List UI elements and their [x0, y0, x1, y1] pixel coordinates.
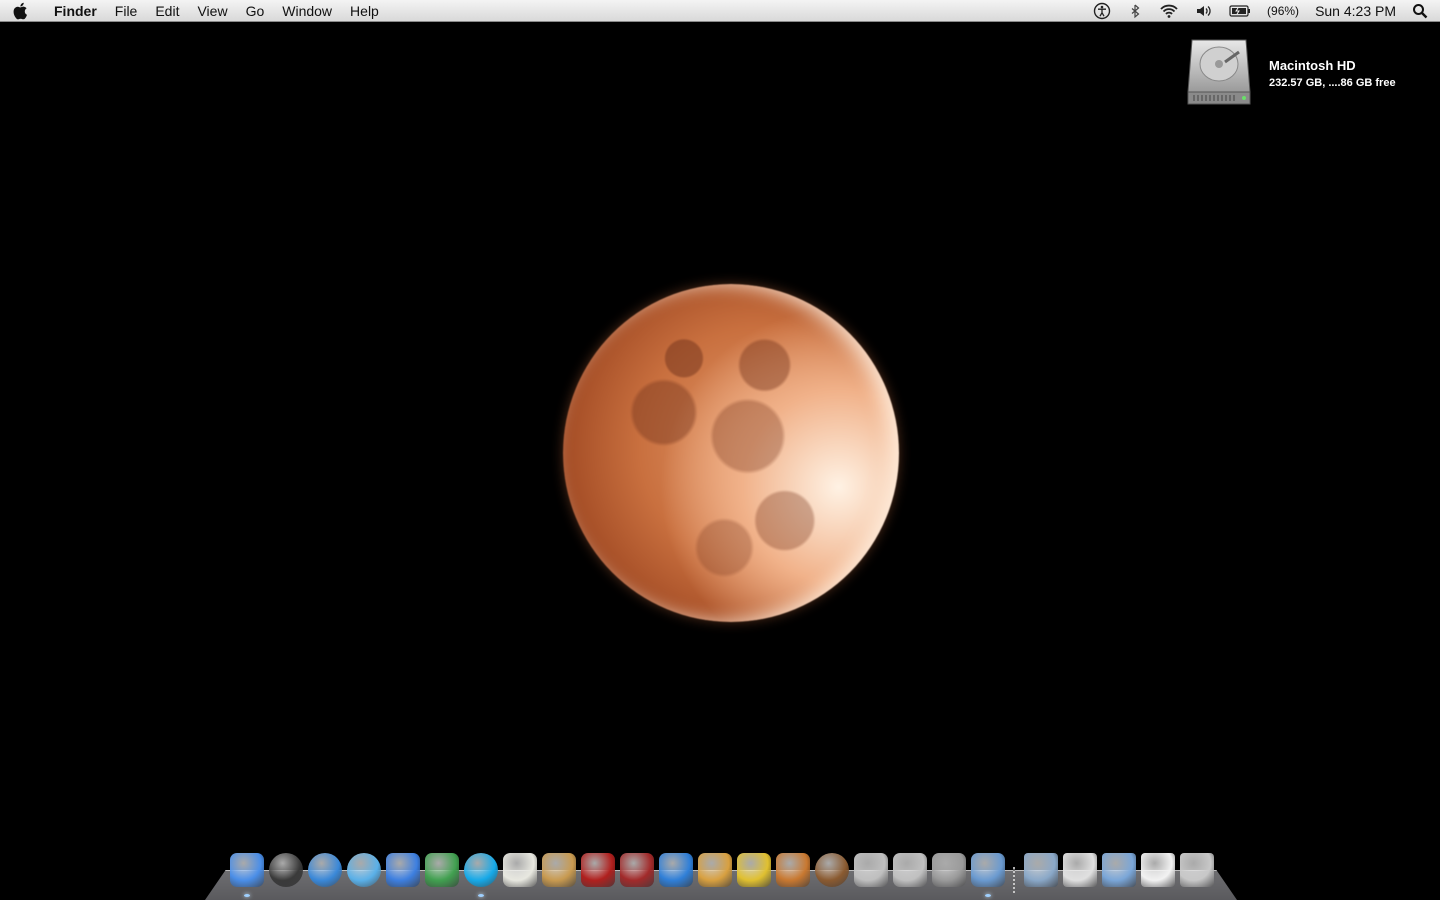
dvd-player-icon	[892, 853, 927, 887]
dock-item-ichat[interactable]	[383, 853, 422, 893]
notes-stack-icon	[1140, 853, 1175, 887]
running-indicator	[477, 894, 484, 897]
menu-view[interactable]: View	[188, 0, 236, 22]
dictionary-icon	[619, 853, 654, 887]
desktop	[0, 22, 1440, 900]
word-icon	[658, 853, 693, 887]
photo-booth-icon	[580, 853, 615, 887]
skype-icon	[463, 853, 498, 887]
dock-separator[interactable]	[1007, 853, 1021, 893]
menu-app-name[interactable]: Finder	[40, 0, 106, 22]
imovie-icon	[736, 853, 771, 887]
menu-bar: Finder File Edit View Go Window Help (96…	[0, 0, 1440, 22]
dock-item-coconut-battery[interactable]	[812, 853, 851, 893]
ichat-icon	[385, 853, 420, 887]
dock-item-textedit[interactable]	[500, 853, 539, 893]
dock-item-messenger[interactable]	[422, 853, 461, 893]
dock-item-photo-booth[interactable]	[578, 853, 617, 893]
menu-help[interactable]: Help	[341, 0, 388, 22]
dock-item-skype[interactable]	[461, 853, 500, 897]
dock-item-folder[interactable]	[1099, 853, 1138, 893]
address-book-icon	[541, 853, 576, 887]
trash-icon	[1179, 853, 1214, 887]
textedit-icon	[502, 853, 537, 887]
pdf-stack-icon	[1062, 853, 1097, 887]
running-indicator	[984, 894, 991, 897]
battery-percent[interactable]: (96%)	[1259, 0, 1307, 22]
dock	[205, 845, 1237, 900]
dock-item-image-capture[interactable]	[851, 853, 890, 893]
dock-item-iphoto[interactable]	[695, 853, 734, 893]
finder-icon	[229, 853, 264, 887]
wallpaper-moon	[563, 284, 899, 622]
safari-icon	[307, 853, 342, 887]
drive-info: 232.57 GB, ....86 GB free	[1269, 77, 1396, 89]
dock-item-dashboard[interactable]	[266, 853, 305, 893]
dock-item-documents[interactable]	[1060, 853, 1099, 893]
dock-item-address-book[interactable]	[539, 853, 578, 893]
dock-item-trash[interactable]	[1177, 853, 1216, 893]
dock-item-system-preferences[interactable]	[929, 853, 968, 893]
bluetooth-icon[interactable]	[1119, 0, 1151, 22]
dock-item-dvd-player[interactable]	[890, 853, 929, 893]
menu-edit[interactable]: Edit	[146, 0, 188, 22]
dock-item-dictionary[interactable]	[617, 853, 656, 893]
hard-drive-icon[interactable]	[1184, 36, 1254, 108]
dashboard-icon	[268, 853, 303, 887]
coconut-icon	[814, 853, 849, 887]
battery-icon[interactable]	[1221, 0, 1259, 22]
dock-item-garageband[interactable]	[773, 853, 812, 893]
itunes-icon	[346, 853, 381, 887]
menu-window[interactable]: Window	[273, 0, 341, 22]
dock-item-itunes[interactable]	[344, 853, 383, 893]
running-indicator	[243, 894, 250, 897]
menu-file[interactable]: File	[106, 0, 147, 22]
folder-stack-icon	[1101, 853, 1136, 887]
apple-logo-icon[interactable]	[0, 0, 40, 22]
macintosh-hd-icon[interactable]: Macintosh HD 232.57 GB, ....86 GB free	[1182, 36, 1432, 110]
menu-go[interactable]: Go	[237, 0, 274, 22]
dock-item-notes[interactable]	[1138, 853, 1177, 893]
iphoto-icon	[697, 853, 732, 887]
dock-item-screenshots[interactable]	[1021, 853, 1060, 893]
garageband-icon	[775, 853, 810, 887]
dock-icons	[227, 849, 1216, 897]
clock[interactable]: Sun 4:23 PM	[1307, 0, 1404, 22]
volume-icon[interactable]	[1187, 0, 1221, 22]
dock-item-preview[interactable]	[968, 853, 1007, 897]
dock-item-word[interactable]	[656, 853, 695, 893]
dock-item-safari[interactable]	[305, 853, 344, 893]
messenger-icon	[424, 853, 459, 887]
accessibility-icon[interactable]	[1085, 0, 1119, 22]
dock-item-imovie[interactable]	[734, 853, 773, 893]
image-capture-icon	[853, 853, 888, 887]
system-preferences-icon	[931, 853, 966, 887]
camera-stack-icon	[1023, 853, 1058, 887]
dock-item-finder[interactable]	[227, 853, 266, 897]
drive-name[interactable]: Macintosh HD	[1269, 58, 1356, 73]
wifi-icon[interactable]	[1151, 0, 1187, 22]
spotlight-search-icon[interactable]	[1404, 0, 1440, 22]
preview-icon	[970, 853, 1005, 887]
